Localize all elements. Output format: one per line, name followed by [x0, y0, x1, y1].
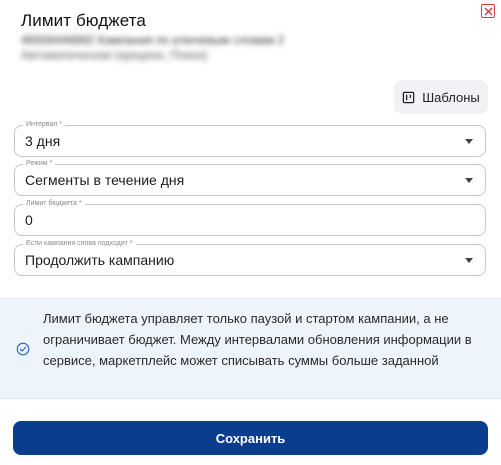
budget-limit-value: 0	[25, 212, 33, 228]
info-text: Лимит бюджета управляет только паузой и …	[43, 311, 472, 368]
campaign-type-text: Автоматическая (аукцион, Поиск)	[21, 48, 208, 62]
save-button[interactable]: Сохранить	[13, 421, 488, 455]
mode-select[interactable]: Режим * Сегменты в течение дня	[14, 159, 486, 196]
templates-button[interactable]: Шаблоны	[394, 80, 488, 114]
mode-value: Сегменты в течение дня	[25, 172, 185, 188]
interval-value: 3 дня	[25, 133, 61, 149]
info-notice: Лимит бюджета управляет только паузой и …	[0, 298, 501, 399]
budget-limit-input[interactable]: Лимит бюджета * 0	[14, 199, 486, 236]
save-button-label: Сохранить	[215, 430, 286, 446]
chevron-down-icon	[465, 258, 473, 263]
close-button[interactable]	[481, 4, 495, 18]
chevron-down-icon	[465, 178, 473, 183]
campaign-id-text: 46558446882 Кампания по ключевым словам …	[21, 33, 285, 47]
chevron-down-icon	[465, 139, 473, 144]
template-icon	[402, 91, 415, 103]
on-fit-select[interactable]: Если кампания снова подходит * Продолжит…	[14, 239, 486, 276]
budget-limit-dialog: Лимит бюджета 46558446882 Кампания по кл…	[0, 0, 501, 465]
dialog-title: Лимит бюджета	[21, 11, 146, 30]
check-circle-icon	[16, 342, 30, 356]
on-fit-value: Продолжить кампанию	[25, 252, 175, 268]
templates-button-label: Шаблоны	[422, 89, 480, 105]
interval-select[interactable]: Интервал * 3 дня	[14, 120, 486, 157]
close-icon	[484, 7, 492, 15]
